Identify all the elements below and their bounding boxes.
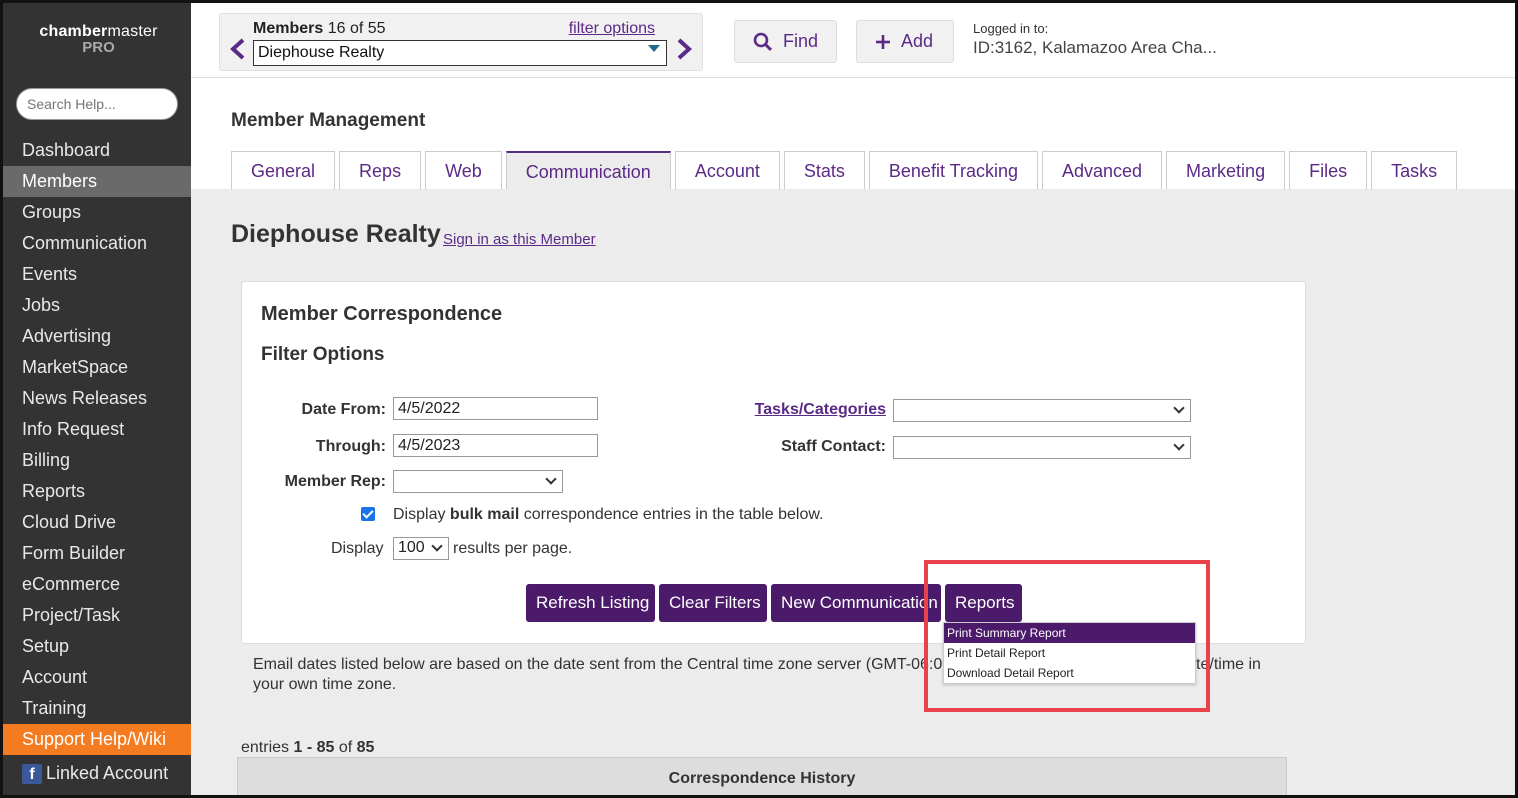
through-label: Through:: [315, 438, 386, 455]
tab-marketing[interactable]: Marketing: [1166, 151, 1286, 189]
nav-item-reports[interactable]: Reports: [3, 476, 191, 507]
login-info: Logged in to: ID:3162, Kalamazoo Area Ch…: [973, 21, 1217, 58]
date-from-label: Date From:: [301, 401, 386, 418]
tasks-categories-select[interactable]: [893, 399, 1191, 422]
logo-sub: PRO: [82, 39, 115, 56]
through-input[interactable]: [393, 434, 598, 457]
tab-tasks[interactable]: Tasks: [1371, 151, 1458, 189]
clear-filters-button[interactable]: Clear Filters: [659, 584, 767, 622]
login-value: ID:3162, Kalamazoo Area Cha...: [973, 38, 1217, 57]
correspondence-history-header: Correspondence History: [237, 757, 1287, 795]
caret-down-icon: [648, 45, 660, 52]
sidebar: chambermaster PRO Dashboard Members Grou…: [3, 3, 191, 795]
tab-benefit-tracking[interactable]: Benefit Tracking: [868, 151, 1038, 189]
bulk-mail-checkbox[interactable]: [361, 507, 375, 521]
refresh-listing-button[interactable]: Refresh Listing: [526, 584, 655, 622]
nav-item-account[interactable]: Account: [3, 662, 191, 693]
panel-title: Member Correspondence: [261, 303, 503, 325]
menu-item-print-summary-report[interactable]: Print Summary Report: [944, 623, 1195, 643]
date-from-input[interactable]: [393, 397, 598, 420]
tab-communication[interactable]: Communication: [505, 151, 671, 189]
nav-item-support-help[interactable]: Support Help/Wiki: [3, 724, 191, 755]
display-label: Display: [331, 540, 384, 557]
sidebar-nav: Dashboard Members Groups Communication E…: [3, 135, 191, 755]
menu-item-print-detail-report[interactable]: Print Detail Report: [944, 643, 1195, 663]
tab-files[interactable]: Files: [1289, 151, 1368, 189]
find-label: Find: [782, 31, 818, 51]
staff-contact-select[interactable]: [893, 436, 1191, 459]
member-rep-label: Member Rep:: [284, 473, 386, 490]
page-title: Member Management: [231, 110, 426, 131]
tab-web[interactable]: Web: [425, 151, 502, 189]
nav-item-info-request[interactable]: Info Request: [3, 414, 191, 445]
nav-item-billing[interactable]: Billing: [3, 445, 191, 476]
add-button[interactable]: Add: [856, 20, 954, 63]
linked-account-label: Linked Account: [46, 763, 169, 783]
tasks-categories-link[interactable]: Tasks/Categories: [755, 401, 886, 418]
chevron-right-icon[interactable]: [674, 38, 694, 60]
facebook-icon: f: [22, 763, 42, 784]
menu-item-download-detail-report[interactable]: Download Detail Report: [944, 663, 1195, 683]
nav-item-news-releases[interactable]: News Releases: [3, 383, 191, 414]
chevron-left-icon[interactable]: [228, 38, 248, 60]
new-communication-button[interactable]: New Communication: [771, 584, 941, 622]
management-header: Member Management General Reps Web Commu…: [191, 79, 1515, 189]
nav-item-cloud-drive[interactable]: Cloud Drive: [3, 507, 191, 538]
nav-item-marketspace[interactable]: MarketSpace: [3, 352, 191, 383]
nav-item-form-builder[interactable]: Form Builder: [3, 538, 191, 569]
nav-item-advertising[interactable]: Advertising: [3, 321, 191, 352]
tab-advanced[interactable]: Advanced: [1041, 151, 1163, 189]
logo-text-bold: chamber: [39, 23, 108, 40]
bulk-mail-label: Display bulk mail correspondence entries…: [393, 506, 824, 523]
member-select[interactable]: Diephouse Realty: [253, 40, 667, 66]
logo[interactable]: chambermaster PRO: [31, 23, 166, 55]
login-label: Logged in to:: [973, 21, 1049, 36]
filter-options-link[interactable]: filter options: [569, 20, 655, 38]
tab-general[interactable]: General: [231, 151, 336, 189]
search-icon: [753, 32, 773, 51]
tab-bar: General Reps Web Communication Account S…: [231, 151, 1458, 189]
entries-count: entries 1 - 85 of 85: [241, 739, 375, 756]
member-rep-select[interactable]: [393, 470, 563, 493]
nav-item-members[interactable]: Members: [3, 166, 191, 197]
tab-reps[interactable]: Reps: [339, 151, 422, 189]
member-navigator: Members 16 of 55 filter options Diephous…: [219, 13, 703, 71]
tab-stats[interactable]: Stats: [783, 151, 865, 189]
staff-contact-label: Staff Contact:: [781, 438, 886, 455]
search-help-input[interactable]: [16, 88, 178, 120]
add-label: Add: [901, 31, 934, 51]
nav-item-project-task[interactable]: Project/Task: [3, 600, 191, 631]
main-content: Member Management General Reps Web Commu…: [191, 79, 1515, 795]
logo-text: master: [107, 23, 158, 40]
linked-account[interactable]: f Linked Account: [22, 763, 168, 784]
chevron-down-icon: [1173, 439, 1185, 451]
sign-in-as-member-link[interactable]: Sign in as this Member: [443, 231, 596, 248]
nav-item-setup[interactable]: Setup: [3, 631, 191, 662]
nav-item-events[interactable]: Events: [3, 259, 191, 290]
nav-item-training[interactable]: Training: [3, 693, 191, 724]
nav-item-groups[interactable]: Groups: [3, 197, 191, 228]
nav-item-ecommerce[interactable]: eCommerce: [3, 569, 191, 600]
per-page-value: 100: [398, 539, 425, 556]
chevron-down-icon: [431, 540, 443, 552]
nav-item-dashboard[interactable]: Dashboard: [3, 135, 191, 166]
member-count: Members 16 of 55: [253, 20, 386, 37]
member-name-heading: Diephouse Realty: [231, 220, 441, 248]
chevron-down-icon: [1173, 402, 1185, 414]
top-bar: Members 16 of 55 filter options Diephous…: [191, 3, 1515, 78]
find-button[interactable]: Find: [734, 20, 837, 63]
chevron-down-icon: [545, 473, 557, 485]
plus-icon: [876, 34, 890, 49]
nav-item-communication[interactable]: Communication: [3, 228, 191, 259]
per-page-suffix: results per page.: [453, 540, 573, 557]
filter-options-heading: Filter Options: [261, 344, 385, 365]
reports-dropdown-menu: Print Summary Report Print Detail Report…: [943, 622, 1196, 684]
tasks-categories-label: Tasks/Categories: [722, 401, 886, 419]
tab-account[interactable]: Account: [674, 151, 780, 189]
per-page-select[interactable]: 100: [393, 537, 449, 560]
app-window: chambermaster PRO Dashboard Members Grou…: [0, 0, 1518, 798]
member-select-value: Diephouse Realty: [258, 44, 385, 61]
nav-item-jobs[interactable]: Jobs: [3, 290, 191, 321]
